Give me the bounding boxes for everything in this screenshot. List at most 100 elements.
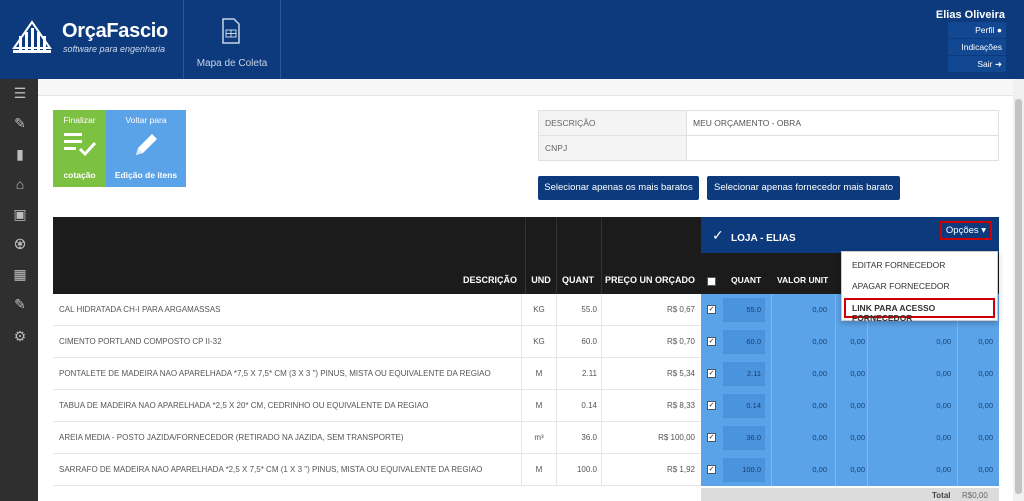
logout-icon: ➜ xyxy=(994,59,1002,69)
voltar-edicao-tile[interactable]: Voltar para Edição de itens xyxy=(106,110,186,187)
cell-divider xyxy=(835,390,836,422)
supplier-unit-value[interactable]: 0,00 xyxy=(773,358,827,390)
supplier-link-item[interactable]: LINK PARA ACESSO FORNECEDOR xyxy=(852,303,997,323)
scroll-thumb[interactable] xyxy=(1015,99,1022,494)
row-price: R$ 0,70 xyxy=(666,337,695,346)
budget-info-table: DESCRIÇÃO MEU ORÇAMENTO - OBRA CNPJ xyxy=(538,110,999,161)
nav-label: Mapa de Coleta xyxy=(196,58,268,69)
header-quant: QUANT xyxy=(562,275,594,285)
supplier-discount[interactable]: 0,00 xyxy=(837,358,865,390)
profile-link[interactable]: Perfil ● xyxy=(948,22,1006,38)
supplier-discount[interactable]: 0,00 xyxy=(837,326,865,358)
grid-header: DESCRIÇÃO UND QUANT PREÇO UN ORÇADO xyxy=(53,217,701,294)
header-und: UND xyxy=(531,275,551,285)
row-divider xyxy=(521,422,522,454)
supplier-quantity[interactable]: 0.14 xyxy=(723,394,765,418)
header-preco: PREÇO UN ORÇADO xyxy=(604,275,695,285)
table-row[interactable]: CIMENTO PORTLAND COMPOSTO CP II-32 KG 60.0… xyxy=(53,326,999,358)
clipboard-icon[interactable]: ✎ xyxy=(12,296,28,312)
descricao-value: MEU ORÇAMENTO - OBRA xyxy=(686,110,999,136)
eraser-icon[interactable]: ▮ xyxy=(12,146,28,162)
supplier-unit-value[interactable]: 0,00 xyxy=(773,454,827,486)
cell-divider xyxy=(835,294,836,326)
delete-supplier-item[interactable]: APAGAR FORNECEDOR xyxy=(852,281,950,291)
row-price: R$ 0,67 xyxy=(666,305,695,314)
row-checkbox[interactable]: ✓ xyxy=(707,337,716,346)
supplier-quantity[interactable]: 55.0 xyxy=(723,298,765,322)
cell-divider xyxy=(835,454,836,486)
row-divider xyxy=(521,294,522,326)
cell-divider xyxy=(867,454,868,486)
book-icon[interactable]: ▣ xyxy=(12,206,28,222)
row-checkbox[interactable]: ✓ xyxy=(707,465,716,474)
cart-icon[interactable]: ♼ xyxy=(12,236,28,252)
row-description: AREIA MEDIA - POSTO JAZIDA/FORNECEDOR (R… xyxy=(59,433,404,442)
row-unit: KG xyxy=(533,305,545,314)
supplier-unit-value[interactable]: 0,00 xyxy=(773,326,827,358)
row-unit: M xyxy=(535,401,543,410)
gear-icon[interactable]: ⚙ xyxy=(12,328,28,344)
supplier-discount[interactable]: 0,00 xyxy=(837,390,865,422)
row-checkbox[interactable]: ✓ xyxy=(707,401,716,410)
building-icon[interactable]: ⌂ xyxy=(12,176,28,192)
row-checkbox[interactable]: ✓ xyxy=(707,433,716,442)
table-row[interactable]: SARRAFO DE MADEIRA NAO APARELHADA *2,5 X… xyxy=(53,454,999,486)
supplier-discount[interactable]: 0,00 xyxy=(837,454,865,486)
nav-mapa-de-coleta[interactable]: Mapa de Coleta xyxy=(184,0,280,79)
table-row[interactable]: PONTALETE DE MADEIRA NAO APARELHADA *7,5… xyxy=(53,358,999,390)
supplier-quantity[interactable]: 2.11 xyxy=(723,362,765,386)
app-logo[interactable]: OrçaFascio software para engenharia xyxy=(10,14,180,64)
row-description: CAL HIDRATADA CH-I PARA ARGAMASSAS xyxy=(59,305,221,314)
indicacoes-link[interactable]: Indicações xyxy=(948,39,1006,55)
total-value: R$0,00 xyxy=(962,491,988,500)
cell-divider xyxy=(771,294,772,326)
row-checkbox[interactable]: ✓ xyxy=(707,305,716,314)
supplier-quantity[interactable]: 100.0 xyxy=(723,458,765,482)
cell-divider xyxy=(867,422,868,454)
row-unit: m³ xyxy=(534,433,544,442)
row-price: R$ 5,34 xyxy=(666,369,695,378)
supplier-subtotal: 0,00 xyxy=(936,433,951,442)
cell-divider xyxy=(771,390,772,422)
select-cheapest-supplier-button[interactable]: Selecionar apenas fornecedor mais barato xyxy=(707,176,900,200)
logout-link[interactable]: Sair ➜ xyxy=(948,56,1006,72)
supplier-unit-value[interactable]: 0,00 xyxy=(773,422,827,454)
cell-divider xyxy=(957,422,958,454)
supplier-subtotal: 0,00 xyxy=(936,465,951,474)
select-cheapest-button[interactable]: Selecionar apenas os mais baratos xyxy=(538,176,699,200)
cell-divider xyxy=(835,422,836,454)
finalizar-cotacao-tile[interactable]: Finalizar cotação xyxy=(53,110,106,187)
logo-icon xyxy=(12,20,52,53)
top-bar: OrçaFascio software para engenharia Mapa… xyxy=(0,0,1024,79)
row-quantity: 36.0 xyxy=(581,433,597,442)
supplier-unit-value[interactable]: 0,00 xyxy=(773,390,827,422)
row-unit: M xyxy=(535,369,543,378)
calendar-icon[interactable]: ▦ xyxy=(12,266,28,282)
edit-supplier-item[interactable]: EDITAR FORNECEDOR xyxy=(852,260,945,270)
row-quantity: 2.11 xyxy=(582,369,597,378)
supplier-quantity[interactable]: 36.0 xyxy=(723,426,765,450)
total-bar xyxy=(701,488,999,501)
cell-divider xyxy=(835,358,836,390)
spreadsheet-icon xyxy=(222,18,240,44)
vertical-scrollbar[interactable] xyxy=(1013,79,1024,501)
table-row[interactable]: AREIA MEDIA - POSTO JAZIDA/FORNECEDOR (R… xyxy=(53,422,999,454)
row-checkbox[interactable]: ✓ xyxy=(707,369,716,378)
tile-bottom-label: cotação xyxy=(63,170,96,180)
row-description: PONTALETE DE MADEIRA NAO APARELHADA *7,5… xyxy=(59,369,491,378)
supplier-discount[interactable]: 0,00 xyxy=(837,422,865,454)
supplier-unit-value[interactable]: 0,00 xyxy=(773,294,827,326)
row-price: R$ 1,92 xyxy=(666,465,695,474)
logo-name: OrçaFascio xyxy=(62,20,168,42)
pencil-icon[interactable]: ✎ xyxy=(12,115,28,131)
supplier-total: 0,00 xyxy=(978,337,993,346)
list-icon[interactable]: ☰ xyxy=(12,85,28,101)
opcoes-dropdown-button[interactable]: Opções ▾ xyxy=(940,221,992,240)
supplier-quantity[interactable]: 60.0 xyxy=(723,330,765,354)
sidebar: ☰ ✎ ▮ ⌂ ▣ ♼ ▦ ✎ ⚙ xyxy=(0,79,38,501)
select-all-checkbox[interactable] xyxy=(707,277,716,286)
row-quantity: 60.0 xyxy=(581,337,597,346)
row-quantity: 0.14 xyxy=(581,401,597,410)
table-row[interactable]: TABUA DE MADEIRA NAO APARELHADA *2,5 X 2… xyxy=(53,390,999,422)
header-divider xyxy=(601,217,602,294)
